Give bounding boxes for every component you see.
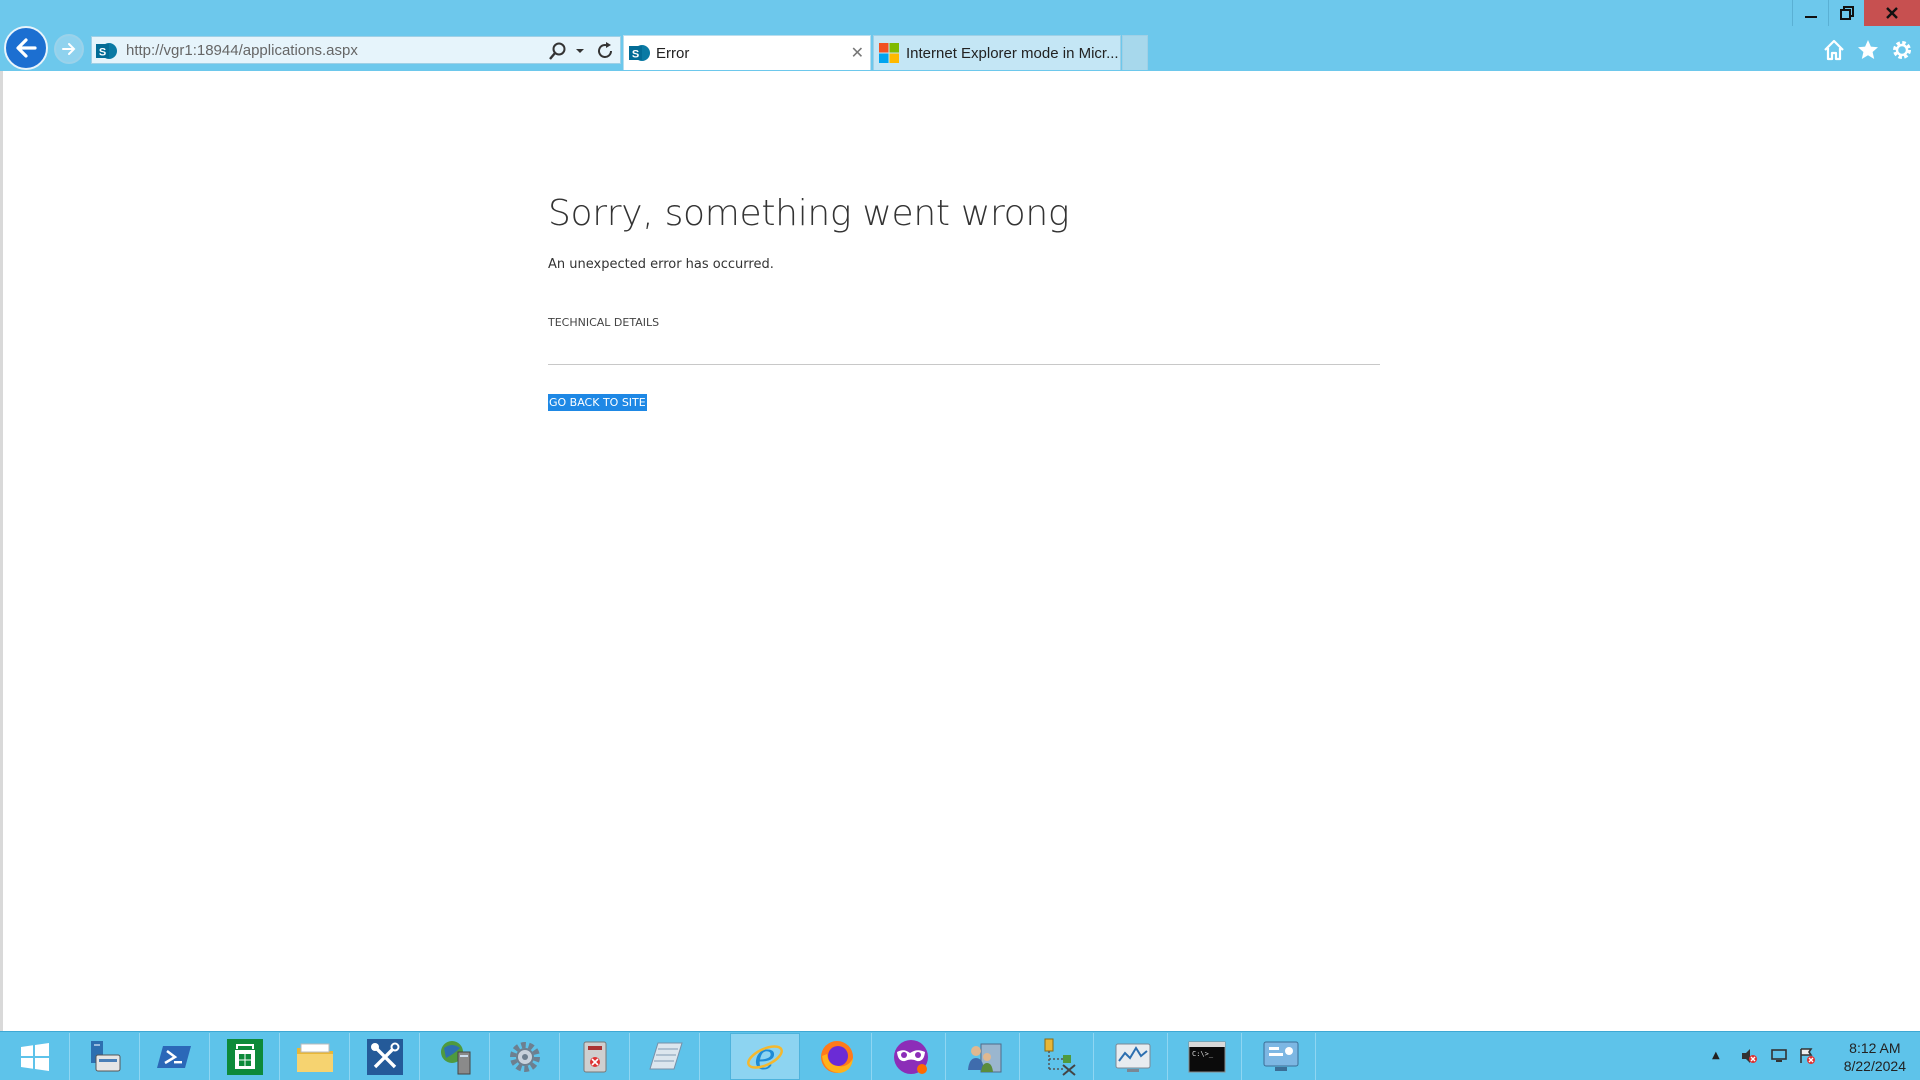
internet-explorer-icon: e <box>747 1037 783 1077</box>
clock-date: 8/22/2024 <box>1843 1058 1906 1074</box>
taskbar-notepad[interactable] <box>630 1033 700 1080</box>
taskbar-tools[interactable] <box>350 1033 420 1080</box>
restore-icon <box>1839 6 1854 20</box>
microsoft-logo-icon <box>879 43 899 63</box>
action-center-icon[interactable] <box>1798 1047 1816 1065</box>
taskbar-store[interactable] <box>210 1033 280 1080</box>
chevron-down-icon[interactable] <box>574 41 586 61</box>
page-title: Sorry, something went wrong <box>548 193 1070 234</box>
svg-text:S: S <box>99 47 106 59</box>
favorites-button[interactable] <box>1856 38 1880 62</box>
svg-text:S: S <box>632 49 639 61</box>
back-button[interactable] <box>4 26 48 70</box>
browser-chrome: S http://vgr1:18944/applications.aspx S … <box>0 0 1920 71</box>
search-icon[interactable] <box>548 41 568 61</box>
taskbar-settings[interactable] <box>490 1033 560 1080</box>
notepad-icon <box>648 1042 683 1069</box>
svg-text:C:\>_: C:\>_ <box>1192 1050 1214 1058</box>
refresh-icon[interactable] <box>594 40 616 62</box>
firefox-icon <box>820 1040 853 1073</box>
restore-button[interactable] <box>1828 0 1864 26</box>
performance-icon <box>1115 1043 1150 1072</box>
taskbar-network[interactable] <box>420 1033 490 1080</box>
settings-icon <box>509 1041 540 1072</box>
taskbar-performance[interactable] <box>1098 1033 1168 1080</box>
show-hidden-icons-icon[interactable]: ▲ <box>1712 1050 1720 1061</box>
users-icon <box>967 1043 1001 1072</box>
page-content: Sorry, something went wrong An unexpecte… <box>0 71 1920 1031</box>
system-tray: ▲ 8:12 AM 8/22/2024 <box>1690 1032 1920 1080</box>
tab-label: Internet Explorer mode in Micr... <box>906 45 1119 62</box>
minimize-icon <box>1804 16 1817 18</box>
network-icon <box>440 1040 470 1074</box>
sharepoint-icon: S <box>629 45 650 61</box>
arrow-right-icon <box>62 43 76 55</box>
taskbar-security[interactable] <box>560 1033 630 1080</box>
divider <box>548 364 1380 365</box>
arrow-left-icon <box>16 38 37 58</box>
clock[interactable]: 8:12 AM 8/22/2024 <box>1844 1039 1906 1075</box>
home-button[interactable] <box>1822 38 1846 62</box>
minimize-button[interactable] <box>1792 0 1828 26</box>
tab-ie-mode[interactable]: Internet Explorer mode in Micr... <box>873 35 1121 70</box>
tools-icon <box>366 1038 403 1075</box>
error-message: An unexpected error has occurred. <box>548 257 774 272</box>
window-controls <box>1792 0 1920 26</box>
sharepoint-icon: S <box>96 43 117 59</box>
network-status-icon[interactable] <box>1770 1047 1788 1065</box>
cmd-icon: C:\>_ <box>1188 1041 1225 1072</box>
mask-icon <box>893 1039 928 1074</box>
browser-toolbar <box>1822 38 1914 62</box>
address-url[interactable]: http://vgr1:18944/applications.aspx <box>126 42 358 59</box>
taskbar-file-explorer[interactable] <box>280 1033 350 1080</box>
taskbar-internet-explorer[interactable]: e <box>730 1033 800 1080</box>
taskbar-cmd[interactable]: C:\>_ <box>1172 1033 1242 1080</box>
security-icon <box>583 1041 606 1072</box>
taskbar-control-panel[interactable] <box>1246 1033 1316 1080</box>
taskbar-server-manager[interactable] <box>70 1033 140 1080</box>
technical-details-label: TECHNICAL DETAILS <box>548 316 660 329</box>
start-button[interactable] <box>0 1033 70 1080</box>
close-icon <box>1886 7 1898 19</box>
taskbar-powershell[interactable] <box>140 1033 210 1080</box>
new-tab-button[interactable] <box>1122 35 1148 70</box>
go-back-to-site-link[interactable]: GO BACK TO SITE <box>548 394 647 411</box>
home-icon <box>1824 39 1844 61</box>
file-explorer-icon <box>296 1043 333 1072</box>
store-icon <box>226 1038 263 1075</box>
taskbar-mask-app[interactable] <box>876 1033 946 1080</box>
gear-icon <box>1893 41 1911 59</box>
svg-text:e: e <box>754 1037 775 1077</box>
powershell-icon <box>156 1045 191 1068</box>
settings-button[interactable] <box>1890 38 1914 62</box>
star-icon <box>1858 40 1878 59</box>
taskbar-tree-tool[interactable] <box>1024 1033 1094 1080</box>
taskbar-users[interactable] <box>950 1033 1020 1080</box>
address-bar[interactable]: S http://vgr1:18944/applications.aspx <box>91 36 621 64</box>
start-icon <box>20 1042 49 1071</box>
control-panel-icon <box>1263 1041 1298 1071</box>
tree-icon <box>1044 1038 1076 1076</box>
volume-muted-icon[interactable] <box>1740 1047 1758 1065</box>
clock-time: 8:12 AM <box>1849 1040 1901 1056</box>
tab-error[interactable]: S Error ✕ <box>623 35 871 70</box>
taskbar-firefox[interactable] <box>802 1033 872 1080</box>
server-manager-icon <box>90 1040 120 1071</box>
close-button[interactable] <box>1864 0 1920 26</box>
taskbar: e C:\>_ ▲ 8:12 AM 8/22/2024 <box>0 1031 1920 1080</box>
forward-button[interactable] <box>54 34 84 64</box>
tab-label: Error <box>656 45 690 62</box>
close-tab-icon[interactable]: ✕ <box>851 43 864 63</box>
